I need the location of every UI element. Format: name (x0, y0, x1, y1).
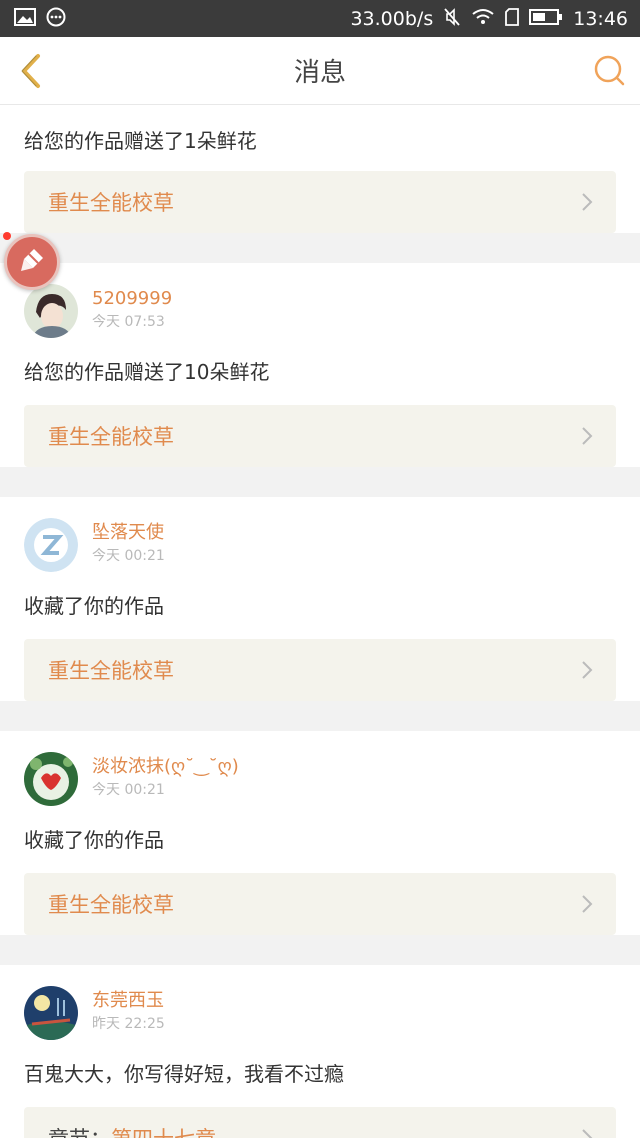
sim-icon (505, 7, 520, 30)
image-icon (14, 7, 36, 30)
message-text: 给您的作品赠送了1朵鲜花 (24, 129, 257, 153)
divider (0, 949, 640, 965)
timestamp: 今天 00:21 (92, 548, 165, 564)
message-text: 给您的作品赠送了10朵鲜花 (24, 360, 270, 384)
book-title: 重生全能校草 (48, 425, 174, 449)
avatar[interactable] (24, 284, 78, 338)
book-link[interactable]: 重生全能校草 (24, 171, 616, 233)
battery-icon (529, 8, 563, 30)
avatar[interactable] (24, 986, 78, 1040)
divider (0, 715, 640, 731)
message-text: 百鬼大大，你写得好短，我看不过瘾 (24, 1062, 344, 1086)
divider (0, 247, 640, 263)
chapter-title: 第四十七章 (111, 1127, 216, 1138)
floating-brush-button[interactable] (4, 234, 60, 290)
nav-bar: 消息 (0, 37, 640, 105)
chevron-right-icon (582, 661, 593, 679)
avatar[interactable] (24, 518, 78, 572)
timestamp: 昨天 22:25 (92, 1016, 165, 1032)
network-speed: 33.00b/s (350, 7, 434, 30)
book-title: 重生全能校草 (48, 659, 174, 683)
timestamp: 今天 00:21 (92, 782, 165, 798)
clock: 13:46 (573, 7, 628, 30)
book-link[interactable]: 重生全能校草 (24, 873, 616, 935)
wifi-icon (471, 8, 495, 30)
divider (0, 481, 640, 497)
user-name[interactable]: 东莞西玉 (92, 990, 165, 1012)
user-name[interactable]: 5209999 (92, 288, 172, 310)
mute-icon (443, 7, 461, 31)
avatar[interactable] (24, 752, 78, 806)
message-list: 给您的作品赠送了1朵鲜花 重生全能校草 5209999 今天 07:53 给您的… (0, 105, 640, 1138)
back-icon[interactable] (12, 51, 52, 91)
brush-icon (17, 245, 47, 279)
chevron-right-icon (582, 895, 593, 913)
chat-icon (46, 7, 66, 31)
book-link[interactable]: 重生全能校草 (24, 639, 616, 701)
search-icon[interactable] (592, 53, 628, 89)
timestamp: 今天 07:53 (92, 314, 165, 330)
list-item[interactable]: 东莞西玉 昨天 22:25 百鬼大大，你写得好短，我看不过瘾 章节：第四十七章 (0, 965, 640, 1138)
notification-dot (3, 232, 11, 240)
message-text: 收藏了你的作品 (24, 828, 164, 852)
chapter-link[interactable]: 章节：第四十七章 (24, 1107, 616, 1138)
list-item[interactable]: 坠落天使 今天 00:21 收藏了你的作品 重生全能校草 (0, 497, 640, 701)
book-title: 重生全能校草 (48, 893, 174, 917)
list-item[interactable]: 淡妆浓抹(ღ˘‿˘ღ) 今天 00:21 收藏了你的作品 重生全能校草 (0, 731, 640, 935)
status-bar: 33.00b/s 13:46 (0, 0, 640, 37)
chevron-right-icon (582, 1129, 593, 1138)
user-name[interactable]: 坠落天使 (92, 522, 165, 544)
book-link[interactable]: 重生全能校草 (24, 405, 616, 467)
chevron-right-icon (582, 193, 593, 211)
page-title: 消息 (293, 58, 346, 88)
message-text: 收藏了你的作品 (24, 594, 164, 618)
list-item[interactable]: 5209999 今天 07:53 给您的作品赠送了10朵鲜花 重生全能校草 (0, 263, 640, 467)
book-title: 重生全能校草 (48, 191, 174, 215)
list-item[interactable]: 给您的作品赠送了1朵鲜花 重生全能校草 (0, 105, 640, 233)
chapter-prefix: 章节： (48, 1127, 111, 1138)
chevron-right-icon (582, 427, 593, 445)
user-name[interactable]: 淡妆浓抹(ღ˘‿˘ღ) (92, 756, 239, 778)
